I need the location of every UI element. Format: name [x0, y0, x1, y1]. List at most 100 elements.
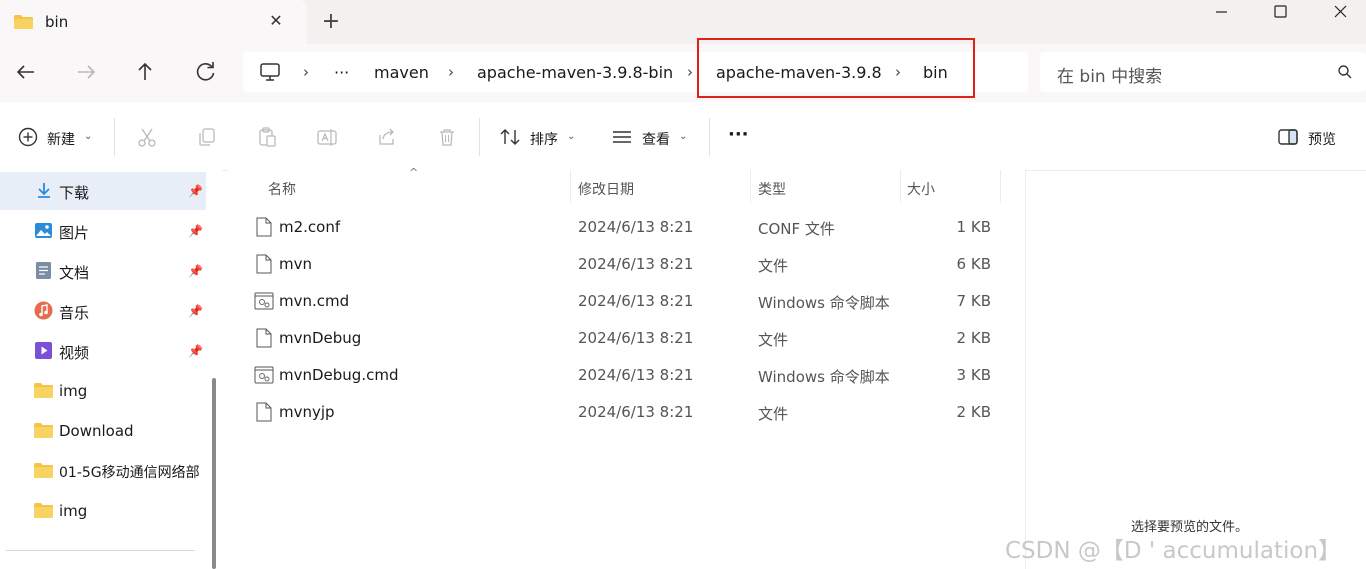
new-button[interactable]: 新建	[47, 129, 75, 149]
file-type: CONF 文件	[758, 220, 835, 238]
sidebar-item-label: 视频	[59, 344, 90, 362]
sidebar-scrollbar[interactable]	[212, 378, 216, 569]
sort-icon[interactable]	[499, 126, 521, 148]
sidebar-item-label: 01-5G移动通信网络部	[59, 465, 200, 481]
more-options-button[interactable]: ···	[728, 124, 749, 145]
file-size: 2 KB	[956, 403, 991, 421]
file-date: 2024/6/13 8:21	[578, 329, 694, 347]
sidebar-item-downloads[interactable]	[0, 172, 206, 210]
file-size: 6 KB	[956, 255, 991, 273]
up-icon[interactable]	[129, 58, 161, 86]
tab-close-icon[interactable]: ✕	[266, 11, 286, 31]
file-size: 3 KB	[956, 366, 991, 384]
toolbar-separator	[709, 118, 710, 156]
breadcrumb-more[interactable]: ···	[334, 63, 349, 82]
file-size: 1 KB	[956, 218, 991, 236]
file-type: 文件	[758, 257, 789, 275]
sidebar-item-videos[interactable]	[0, 332, 206, 370]
tab-title: bin	[45, 13, 69, 31]
sidebar-item-label: img	[59, 502, 88, 520]
view-button[interactable]: 查看	[642, 129, 670, 149]
column-header-size[interactable]: 大小	[907, 179, 935, 199]
sidebar-item-label: 音乐	[59, 304, 90, 322]
file-name: m2.conf	[279, 218, 341, 236]
column-divider[interactable]	[750, 170, 751, 203]
file-type: 文件	[758, 331, 789, 349]
breadcrumb-separator-icon: ›	[687, 63, 693, 81]
preview-pane-divider[interactable]	[1025, 170, 1026, 569]
search-input[interactable]: 在 bin 中搜索	[1057, 62, 1162, 87]
delete-icon[interactable]	[436, 126, 458, 148]
pin-icon[interactable]: 📌	[188, 344, 203, 358]
file-name: mvnyjp	[279, 403, 335, 421]
file-name: mvnDebug	[279, 329, 362, 347]
pin-icon[interactable]: 📌	[188, 304, 203, 318]
folder-icon	[14, 15, 33, 29]
documents-icon	[36, 262, 51, 279]
share-icon[interactable]	[376, 126, 398, 148]
column-header-name[interactable]: 名称	[268, 179, 296, 199]
new-icon[interactable]	[17, 126, 39, 148]
new-tab-button[interactable]: +	[319, 10, 343, 34]
minimize-icon[interactable]	[1192, 0, 1252, 30]
breadcrumb-separator-icon: ›	[303, 63, 309, 81]
breadcrumb-item[interactable]: apache-maven-3.9.8-bin	[477, 63, 673, 82]
file-date: 2024/6/13 8:21	[578, 292, 694, 310]
watermark: CSDN @【D ' accumulation】	[1005, 538, 1342, 564]
file-date: 2024/6/13 8:21	[578, 366, 694, 384]
sidebar-item-pictures[interactable]	[0, 212, 206, 250]
copy-icon[interactable]	[196, 126, 218, 148]
preview-button[interactable]: 预览	[1308, 129, 1336, 149]
breadcrumb-item[interactable]: maven	[374, 63, 429, 82]
column-divider[interactable]	[1000, 170, 1001, 203]
cut-icon[interactable]	[136, 126, 158, 148]
close-window-icon[interactable]	[1306, 0, 1366, 30]
sidebar-item-documents[interactable]	[0, 252, 206, 290]
back-icon[interactable]	[10, 58, 42, 86]
chevron-down-icon[interactable]: ⌄	[84, 131, 92, 142]
pin-icon[interactable]: 📌	[188, 264, 203, 278]
cmd-file-icon	[254, 366, 274, 384]
paste-icon[interactable]	[256, 126, 278, 148]
file-icon	[256, 254, 272, 274]
preview-pane-icon[interactable]	[1277, 126, 1299, 148]
sidebar-item-label: 下载	[59, 184, 90, 202]
computer-icon[interactable]	[259, 61, 281, 83]
chevron-down-icon[interactable]: ⌄	[679, 131, 687, 142]
folder-icon	[34, 383, 53, 398]
toolbar-separator	[114, 118, 115, 156]
view-icon[interactable]	[611, 126, 633, 148]
file-icon	[256, 328, 272, 348]
refresh-icon[interactable]	[190, 58, 222, 86]
pin-icon[interactable]: 📌	[188, 184, 203, 198]
file-date: 2024/6/13 8:21	[578, 403, 694, 421]
column-divider[interactable]	[570, 170, 571, 203]
sidebar-item-img[interactable]	[0, 372, 206, 410]
file-name: mvnDebug.cmd	[279, 366, 399, 384]
toolbar-separator	[479, 118, 480, 156]
annotation-highlight-box	[697, 38, 975, 98]
sort-ascending-icon: ^	[409, 166, 419, 179]
sidebar-divider	[6, 550, 195, 551]
file-type: Windows 命令脚本	[758, 294, 890, 312]
file-type: Windows 命令脚本	[758, 368, 890, 386]
column-header-type[interactable]: 类型	[758, 179, 786, 199]
forward-icon[interactable]	[70, 58, 102, 86]
rename-icon[interactable]	[316, 126, 338, 148]
folder-icon	[34, 463, 53, 478]
videos-icon	[35, 342, 52, 359]
sort-button[interactable]: 排序	[530, 129, 558, 149]
search-icon[interactable]	[1337, 64, 1353, 80]
sidebar-item-music[interactable]	[0, 292, 206, 330]
maximize-icon[interactable]	[1250, 0, 1310, 30]
chevron-down-icon[interactable]: ⌄	[567, 131, 575, 142]
pin-icon[interactable]: 📌	[188, 224, 203, 238]
column-divider[interactable]	[900, 170, 901, 203]
sidebar-item-img-2[interactable]	[0, 492, 206, 530]
folder-icon	[34, 503, 53, 518]
column-header-date[interactable]: 修改日期	[578, 179, 634, 199]
file-date: 2024/6/13 8:21	[578, 218, 694, 236]
sidebar-item-label: Download	[59, 422, 134, 440]
breadcrumb-separator-icon: ›	[448, 63, 454, 81]
file-type: 文件	[758, 405, 789, 423]
